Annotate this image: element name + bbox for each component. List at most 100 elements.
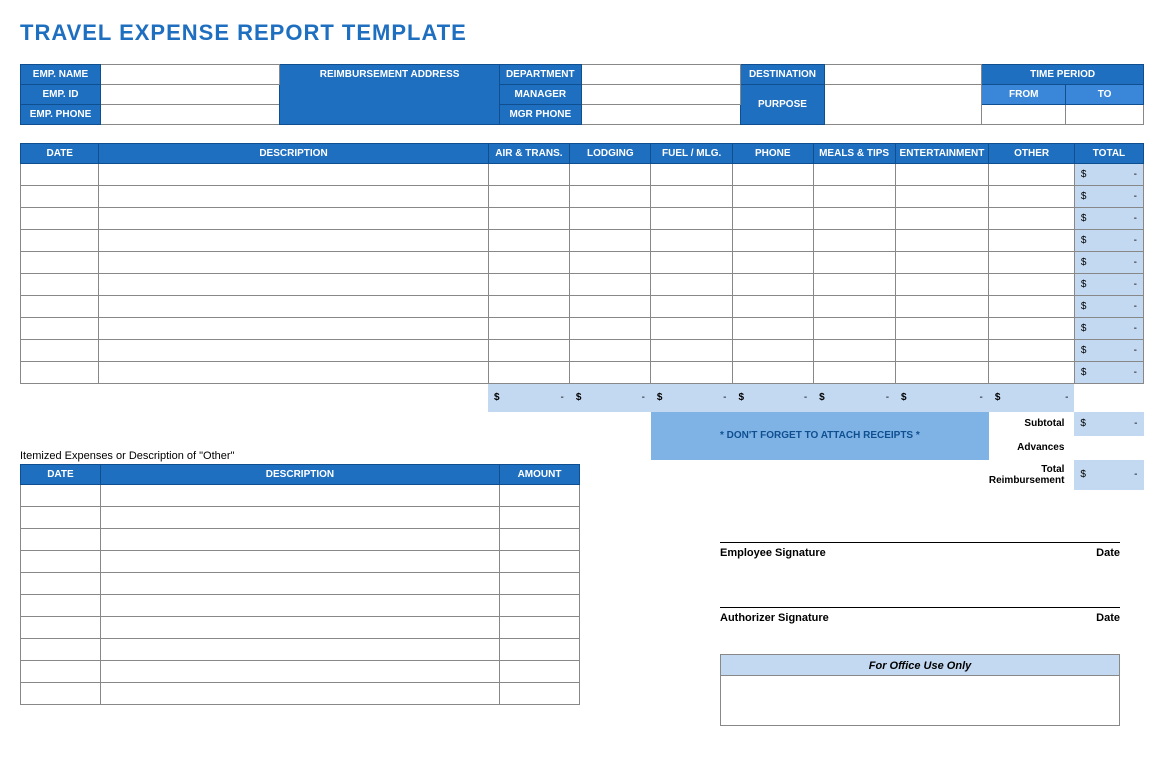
cell[interactable] (813, 340, 895, 362)
cell[interactable] (813, 208, 895, 230)
input-department[interactable] (581, 65, 740, 85)
cell[interactable] (989, 362, 1075, 384)
cell[interactable] (500, 572, 580, 594)
cell[interactable] (813, 186, 895, 208)
cell[interactable] (895, 164, 989, 186)
cell[interactable] (895, 208, 989, 230)
cell[interactable] (21, 528, 101, 550)
cell[interactable] (570, 230, 651, 252)
cell[interactable] (651, 318, 733, 340)
cell[interactable] (570, 208, 651, 230)
cell[interactable] (989, 318, 1075, 340)
cell[interactable] (488, 252, 570, 274)
cell[interactable] (488, 362, 570, 384)
cell[interactable] (21, 484, 101, 506)
cell[interactable] (99, 318, 488, 340)
cell[interactable] (21, 274, 99, 296)
cell[interactable] (21, 252, 99, 274)
cell[interactable] (21, 362, 99, 384)
cell[interactable] (895, 186, 989, 208)
cell[interactable] (488, 230, 570, 252)
input-mgr-phone[interactable] (581, 105, 740, 125)
cell[interactable] (732, 208, 813, 230)
cell[interactable] (895, 296, 989, 318)
cell[interactable] (989, 340, 1075, 362)
cell[interactable] (488, 164, 570, 186)
cell[interactable] (100, 484, 499, 506)
cell[interactable] (21, 550, 101, 572)
cell[interactable] (895, 340, 989, 362)
cell[interactable] (100, 682, 499, 704)
cell[interactable] (21, 572, 101, 594)
cell[interactable] (488, 340, 570, 362)
cell[interactable] (100, 638, 499, 660)
cell[interactable] (989, 186, 1075, 208)
cell[interactable] (99, 274, 488, 296)
cell[interactable] (813, 296, 895, 318)
cell[interactable] (813, 362, 895, 384)
cell[interactable] (100, 660, 499, 682)
cell[interactable] (21, 318, 99, 340)
cell[interactable] (488, 274, 570, 296)
cell[interactable] (651, 208, 733, 230)
cell[interactable] (732, 186, 813, 208)
cell[interactable] (500, 660, 580, 682)
cell[interactable] (21, 506, 101, 528)
input-from[interactable] (982, 105, 1066, 125)
cell[interactable] (21, 164, 99, 186)
input-emp-name[interactable] (100, 65, 279, 85)
cell[interactable] (570, 340, 651, 362)
cell[interactable] (895, 252, 989, 274)
cell[interactable] (21, 208, 99, 230)
cell[interactable] (21, 616, 101, 638)
cell[interactable] (488, 186, 570, 208)
authorizer-signature-line[interactable]: Authorizer Signature Date (720, 607, 1120, 624)
cell[interactable] (895, 318, 989, 340)
input-emp-id[interactable] (100, 85, 279, 105)
cell[interactable] (813, 252, 895, 274)
cell[interactable] (488, 318, 570, 340)
cell[interactable] (570, 274, 651, 296)
cell[interactable] (99, 296, 488, 318)
cell[interactable] (651, 362, 733, 384)
cell[interactable] (500, 638, 580, 660)
cell[interactable] (989, 164, 1075, 186)
cell[interactable] (21, 660, 101, 682)
cell[interactable] (99, 186, 488, 208)
cell[interactable] (989, 252, 1075, 274)
cell[interactable] (99, 362, 488, 384)
cell[interactable] (99, 164, 488, 186)
input-destination[interactable] (824, 65, 981, 85)
cell[interactable] (500, 484, 580, 506)
cell[interactable] (989, 208, 1075, 230)
cell[interactable] (989, 274, 1075, 296)
cell[interactable] (488, 208, 570, 230)
cell[interactable] (570, 362, 651, 384)
cell[interactable] (99, 208, 488, 230)
cell[interactable] (732, 274, 813, 296)
cell[interactable] (732, 296, 813, 318)
cell[interactable] (732, 230, 813, 252)
cell[interactable] (21, 682, 101, 704)
cell[interactable] (570, 296, 651, 318)
cell[interactable] (651, 164, 733, 186)
cell[interactable] (21, 296, 99, 318)
cell[interactable] (500, 682, 580, 704)
cell[interactable] (100, 550, 499, 572)
cell[interactable] (895, 274, 989, 296)
cell[interactable] (21, 594, 101, 616)
cell[interactable] (500, 594, 580, 616)
cell[interactable] (500, 616, 580, 638)
cell[interactable] (651, 340, 733, 362)
cell[interactable] (813, 318, 895, 340)
cell[interactable] (21, 230, 99, 252)
cell[interactable] (21, 340, 99, 362)
cell[interactable] (99, 230, 488, 252)
cell[interactable] (21, 638, 101, 660)
input-purpose[interactable] (824, 85, 981, 125)
cell[interactable] (488, 296, 570, 318)
cell[interactable] (100, 594, 499, 616)
cell[interactable] (500, 506, 580, 528)
cell[interactable] (651, 296, 733, 318)
cell[interactable] (500, 550, 580, 572)
